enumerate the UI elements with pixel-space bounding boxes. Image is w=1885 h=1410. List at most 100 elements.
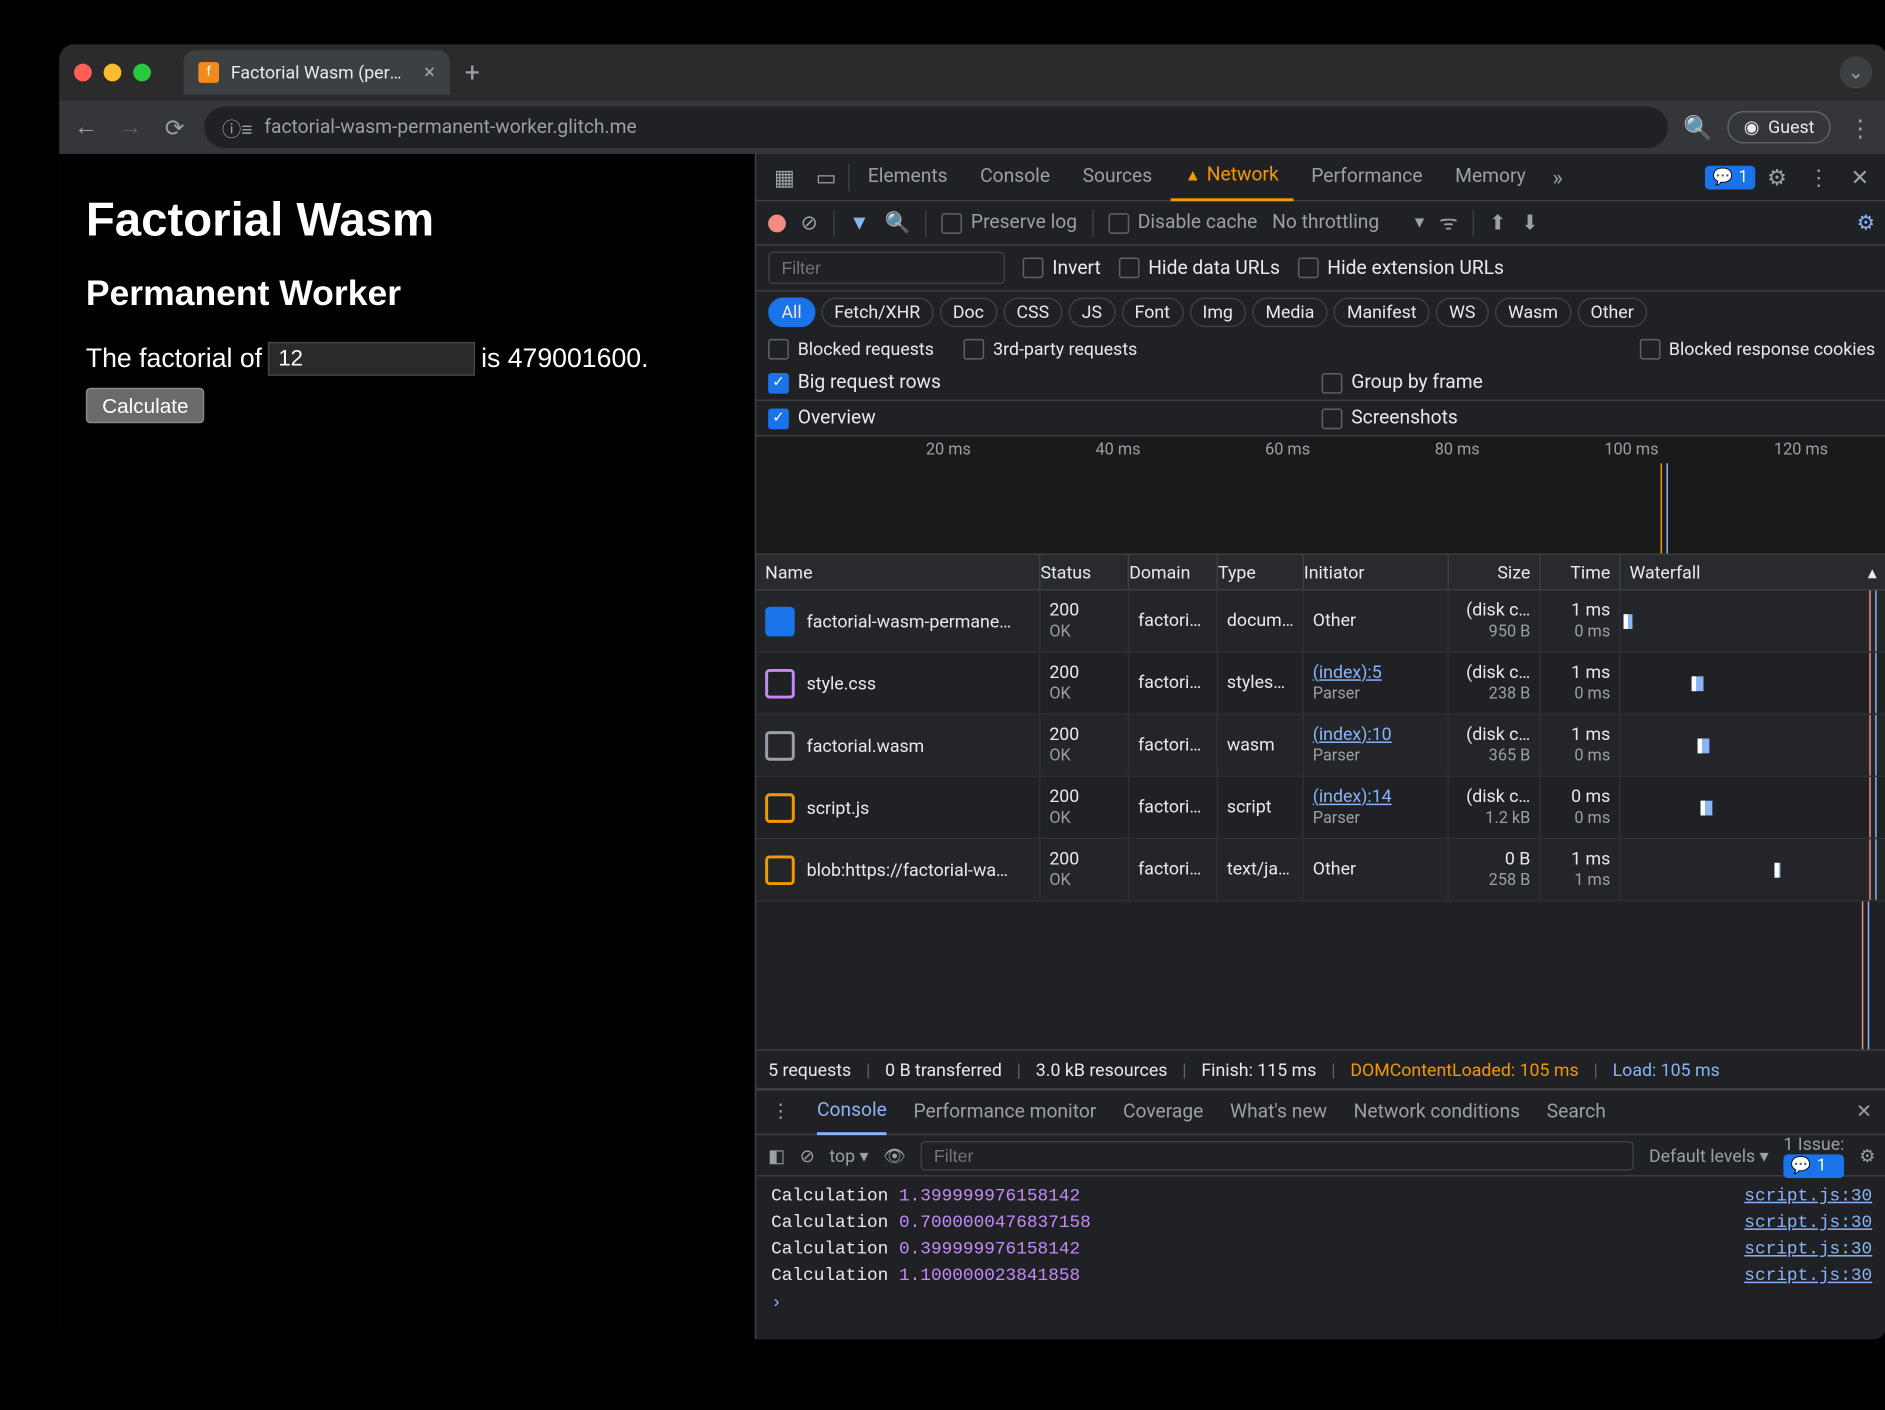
profile-button[interactable]: ◉ Guest	[1728, 111, 1831, 144]
site-info-icon[interactable]: ⓘ≡	[222, 113, 252, 141]
address-bar[interactable]: ⓘ≡ factorial-wasm-permanent-worker.glitc…	[204, 107, 1668, 148]
upload-har-icon[interactable]: ⬆	[1489, 211, 1506, 235]
drawer-tab-search[interactable]: Search	[1547, 1101, 1606, 1123]
tab-memory[interactable]: Memory	[1440, 154, 1540, 201]
drawer-menu-icon[interactable]: ⋮	[771, 1101, 790, 1123]
device-toolbar-icon[interactable]: ▭	[807, 164, 846, 191]
overview-timeline[interactable]: 20 ms40 ms60 ms80 ms100 ms120 ms	[756, 437, 1885, 555]
search-icon[interactable]: 🔍	[884, 211, 910, 235]
table-row[interactable]: blob:https://factorial-wa…200OKfactori…t…	[756, 839, 1885, 901]
col-domain[interactable]: Domain	[1129, 555, 1218, 589]
drawer-tab-coverage[interactable]: Coverage	[1123, 1101, 1203, 1123]
network-settings-icon[interactable]: ⚙	[1857, 211, 1876, 235]
window-close-icon[interactable]	[74, 64, 92, 82]
more-tabs-icon[interactable]: »	[1544, 164, 1572, 191]
throttling-select[interactable]: No throttling ▾	[1272, 212, 1424, 234]
log-line: Calculation 1.100000023841858script.js:3…	[756, 1262, 1885, 1289]
overview-checkbox[interactable]: ✓	[768, 408, 789, 429]
issues-badge[interactable]: 💬 1	[1705, 165, 1755, 189]
type-pill-all[interactable]: All	[768, 297, 815, 327]
console-clear-icon[interactable]: ⊘	[800, 1145, 815, 1166]
tab-close-icon[interactable]: ×	[424, 61, 435, 85]
col-time[interactable]: Time	[1541, 555, 1621, 589]
context-select[interactable]: top ▾	[829, 1145, 868, 1166]
table-row[interactable]: factorial-wasm-permane…200OKfactori…docu…	[756, 591, 1885, 653]
drawer-tab-perfmon[interactable]: Performance monitor	[914, 1101, 1097, 1123]
hide-data-urls-checkbox[interactable]: Hide data URLs	[1119, 257, 1280, 279]
network-filter-input[interactable]	[768, 252, 1005, 285]
calculate-button[interactable]: Calculate	[86, 388, 205, 424]
factorial-input[interactable]	[268, 342, 475, 376]
tab-sources[interactable]: Sources	[1068, 154, 1167, 201]
table-row[interactable]: factorial.wasm200OKfactori…wasm(index):1…	[756, 715, 1885, 777]
settings-icon[interactable]: ⚙	[1758, 164, 1796, 191]
type-pill-fetchxhr[interactable]: Fetch/XHR	[821, 297, 934, 327]
console-filter-input[interactable]	[921, 1140, 1635, 1170]
console-settings-icon[interactable]: ⚙	[1859, 1145, 1875, 1166]
disable-cache-checkbox[interactable]: Disable cache	[1108, 212, 1257, 234]
col-initiator[interactable]: Initiator	[1304, 555, 1449, 589]
levels-select[interactable]: Default levels ▾	[1649, 1145, 1769, 1166]
col-waterfall[interactable]: Waterfall▴	[1621, 555, 1885, 589]
type-pill-manifest[interactable]: Manifest	[1334, 297, 1430, 327]
col-type[interactable]: Type	[1218, 555, 1304, 589]
source-link[interactable]: script.js:30	[1744, 1239, 1872, 1260]
source-link[interactable]: script.js:30	[1744, 1265, 1872, 1286]
type-pill-css[interactable]: CSS	[1003, 297, 1062, 327]
tab-elements[interactable]: Elements	[853, 154, 962, 201]
new-tab-button[interactable]: +	[465, 57, 480, 88]
window-minimize-icon[interactable]	[104, 64, 122, 82]
tab-performance[interactable]: Performance	[1296, 154, 1437, 201]
live-expression-icon[interactable]: 👁	[883, 1145, 906, 1166]
type-pill-js[interactable]: JS	[1068, 297, 1115, 327]
window-maximize-icon[interactable]	[133, 64, 151, 82]
type-pill-media[interactable]: Media	[1252, 297, 1328, 327]
inspect-element-icon[interactable]: ▦	[765, 164, 804, 191]
blocked-cookies-checkbox[interactable]: Blocked response cookies	[1639, 339, 1875, 360]
back-icon[interactable]: ←	[71, 112, 101, 142]
zoom-icon[interactable]: 🔍	[1683, 113, 1713, 141]
type-pill-font[interactable]: Font	[1121, 297, 1183, 327]
source-link[interactable]: script.js:30	[1744, 1212, 1872, 1233]
preserve-log-checkbox[interactable]: Preserve log	[941, 212, 1077, 234]
forward-icon[interactable]: →	[115, 112, 145, 142]
close-devtools-icon[interactable]: ✕	[1842, 164, 1878, 191]
big-rows-checkbox[interactable]: ✓	[768, 372, 789, 393]
table-row[interactable]: script.js200OKfactori…script(index):14Pa…	[756, 777, 1885, 839]
browser-tab[interactable]: f Factorial Wasm (permanent … ×	[184, 50, 450, 94]
screenshots-checkbox[interactable]	[1322, 408, 1343, 429]
filter-icon[interactable]: ▼	[849, 210, 870, 235]
type-pill-other[interactable]: Other	[1577, 297, 1647, 327]
hide-extension-urls-checkbox[interactable]: Hide extension URLs	[1298, 257, 1504, 279]
tab-console[interactable]: Console	[965, 154, 1065, 201]
col-status[interactable]: Status	[1040, 555, 1129, 589]
tab-network[interactable]: ▲Network	[1170, 154, 1294, 201]
type-pill-wasm[interactable]: Wasm	[1495, 297, 1572, 327]
download-har-icon[interactable]: ⬇	[1521, 211, 1538, 235]
kebab-icon[interactable]: ⋮	[1799, 164, 1839, 191]
blocked-requests-checkbox[interactable]: Blocked requests	[768, 339, 934, 360]
drawer-tab-netcond[interactable]: Network conditions	[1354, 1101, 1520, 1123]
kebab-menu-icon[interactable]: ⋮	[1846, 113, 1876, 141]
type-pill-doc[interactable]: Doc	[939, 297, 997, 327]
network-conditions-icon[interactable]: ᯤ	[1439, 209, 1458, 237]
console-sidebar-icon[interactable]: ◧	[768, 1145, 785, 1166]
source-link[interactable]: script.js:30	[1744, 1185, 1872, 1206]
table-row[interactable]: style.css200OKfactori…styles…(index):5Pa…	[756, 653, 1885, 715]
third-party-checkbox[interactable]: 3rd-party requests	[964, 339, 1138, 360]
group-frame-checkbox[interactable]	[1322, 372, 1343, 393]
issues-label[interactable]: 1 Issue: 💬 1	[1783, 1133, 1844, 1177]
col-size[interactable]: Size	[1449, 555, 1541, 589]
record-icon[interactable]	[768, 214, 786, 232]
col-name[interactable]: Name	[756, 555, 1040, 589]
console-prompt[interactable]: ›	[756, 1289, 1885, 1316]
clear-icon[interactable]: ⊘	[801, 211, 818, 235]
invert-checkbox[interactable]: Invert	[1023, 257, 1101, 279]
tabs-menu-icon[interactable]: ⌄	[1840, 56, 1873, 89]
type-pill-ws[interactable]: WS	[1436, 297, 1489, 327]
drawer-tab-whatsnew[interactable]: What's new	[1230, 1101, 1327, 1123]
drawer-tab-console[interactable]: Console	[817, 1090, 887, 1134]
reload-icon[interactable]: ⟳	[160, 113, 190, 141]
drawer-close-icon[interactable]: ✕	[1856, 1101, 1872, 1123]
type-pill-img[interactable]: Img	[1189, 297, 1246, 327]
